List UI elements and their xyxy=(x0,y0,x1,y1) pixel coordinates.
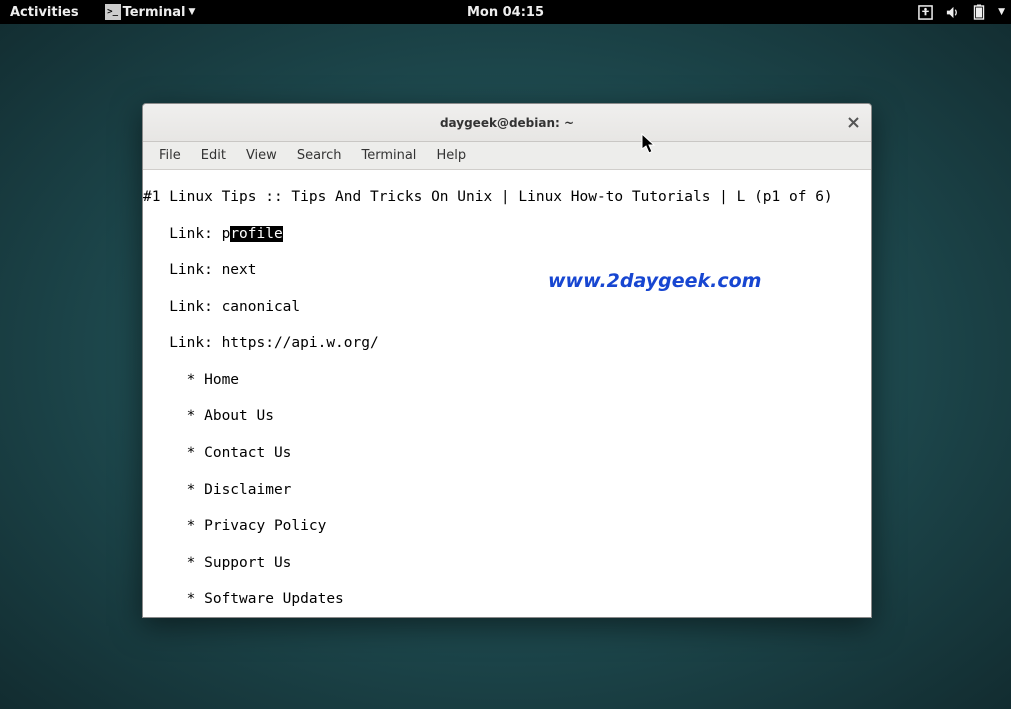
menu-edit[interactable]: Edit xyxy=(191,144,236,167)
window-title: daygeek@debian: ~ xyxy=(440,116,574,130)
nav-disclaimer: * Disclaimer xyxy=(143,481,871,499)
chevron-down-icon: ▼ xyxy=(188,7,195,17)
terminal-window: daygeek@debian: ~ File Edit View Search … xyxy=(142,103,872,618)
gnome-topbar: Activities >_ Terminal ▼ Mon 04:15 ▼ xyxy=(0,0,1011,24)
nav-about: * About Us xyxy=(143,407,871,425)
cursor-highlight: rofile xyxy=(230,226,282,242)
nav-contact: * Contact Us xyxy=(143,444,871,462)
menubar: File Edit View Search Terminal Help xyxy=(143,142,871,170)
link-canonical: Link: canonical xyxy=(143,298,871,316)
clock[interactable]: Mon 04:15 xyxy=(467,5,544,20)
page-header: #1 Linux Tips :: Tips And Tricks On Unix… xyxy=(143,188,871,206)
menu-help[interactable]: Help xyxy=(426,144,476,167)
nav-home: * Home xyxy=(143,371,871,389)
volume-icon[interactable] xyxy=(945,5,960,20)
terminal-app-icon: >_ xyxy=(105,4,121,20)
nav-support: * Support Us xyxy=(143,554,871,572)
menu-search[interactable]: Search xyxy=(287,144,352,167)
system-menu-chevron-icon[interactable]: ▼ xyxy=(998,7,1005,17)
app-menu-button[interactable]: >_ Terminal ▼ xyxy=(89,0,206,24)
terminal-viewport[interactable]: #1 Linux Tips :: Tips And Tricks On Unix… xyxy=(143,170,871,617)
nav-privacy: * Privacy Policy xyxy=(143,517,871,535)
menu-file[interactable]: File xyxy=(149,144,191,167)
window-close-button[interactable] xyxy=(845,114,861,130)
menu-view[interactable]: View xyxy=(236,144,287,167)
menu-terminal[interactable]: Terminal xyxy=(351,144,426,167)
link-api: Link: https://api.w.org/ xyxy=(143,334,871,352)
close-icon xyxy=(848,117,859,128)
app-menu-label: Terminal xyxy=(123,5,186,20)
window-titlebar[interactable]: daygeek@debian: ~ xyxy=(143,104,871,142)
accessibility-icon[interactable] xyxy=(918,5,933,20)
nav-updates: * Software Updates xyxy=(143,590,871,608)
activities-button[interactable]: Activities xyxy=(0,0,89,24)
battery-icon[interactable] xyxy=(972,4,986,20)
link-next: Link: next xyxy=(143,261,871,279)
link-profile: Link: profile xyxy=(143,225,871,243)
